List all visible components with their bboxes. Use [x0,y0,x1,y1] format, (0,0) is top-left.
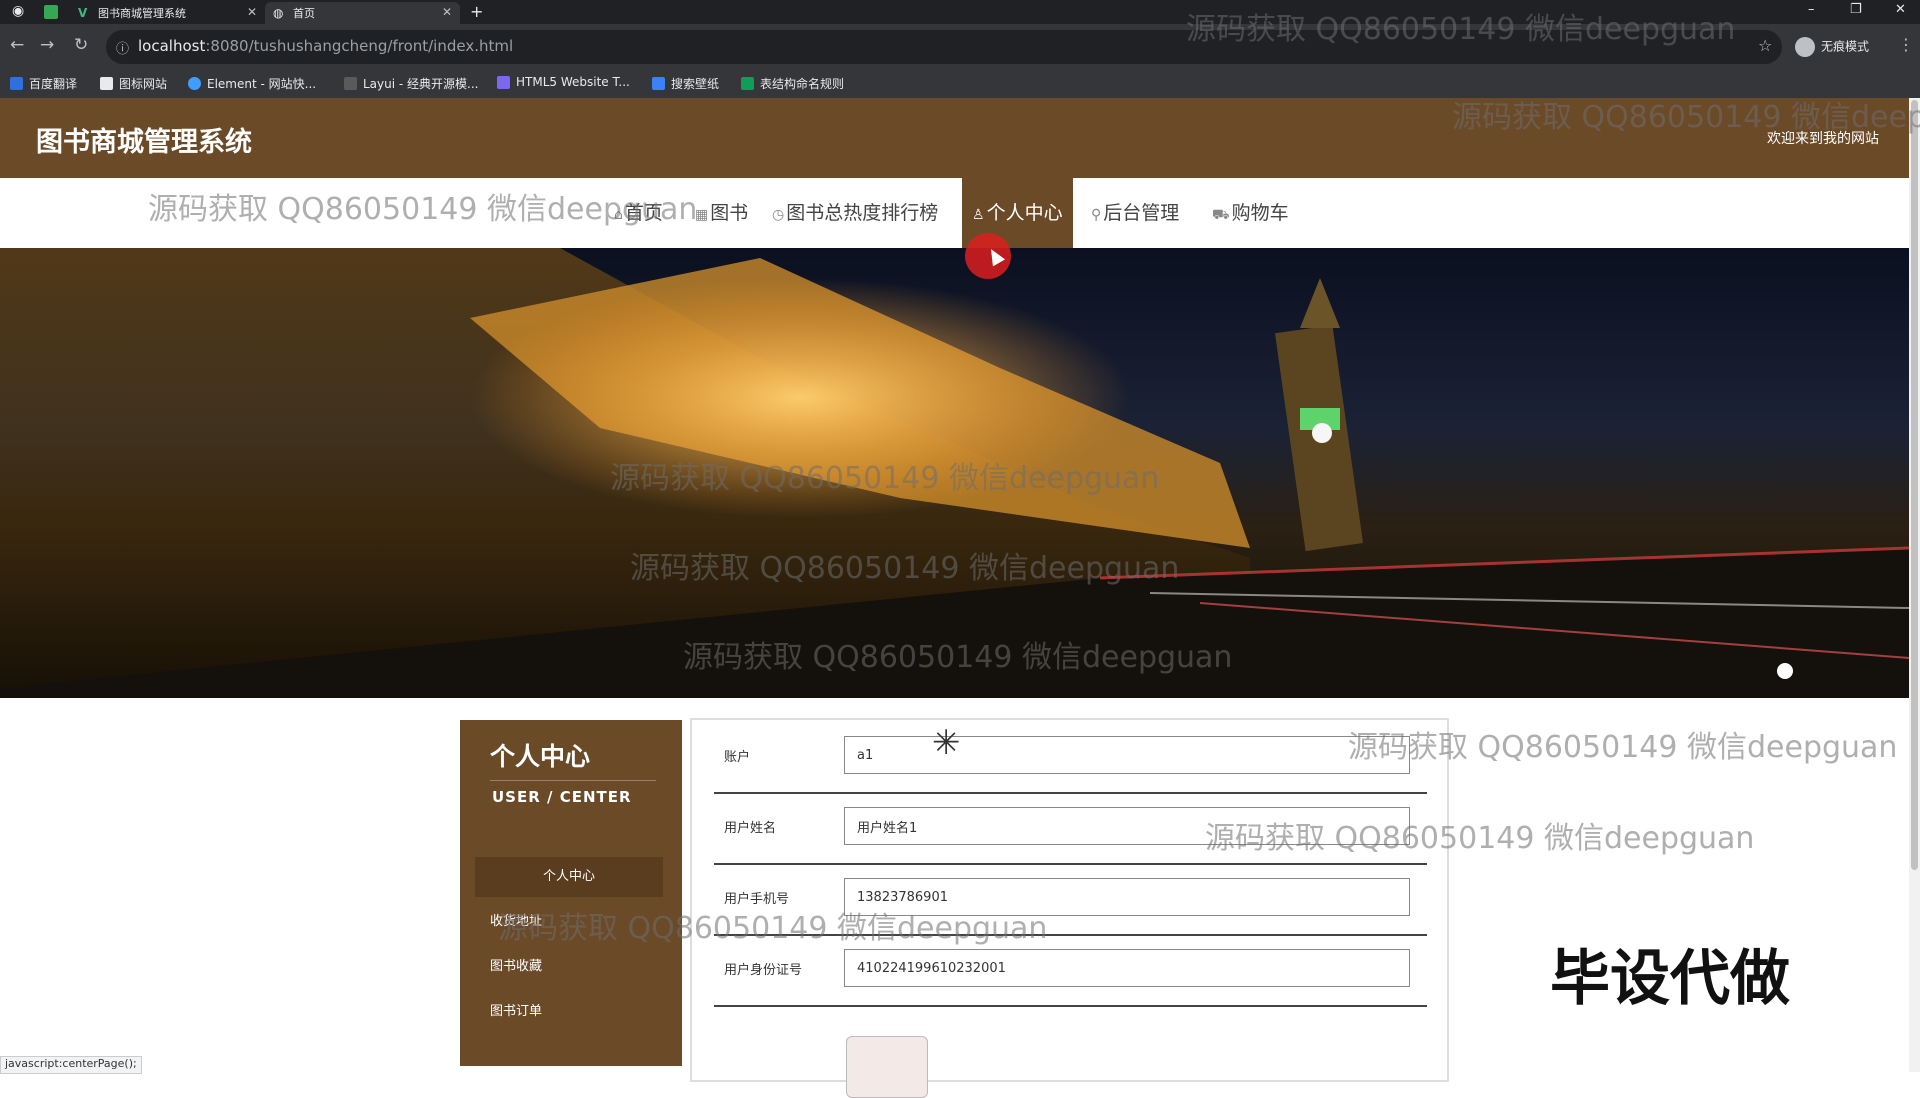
bookmark-label: 百度翻译 [29,77,78,91]
watermark: 源码获取 QQ86050149 微信deepguan [630,551,1180,586]
user-icon: ♙ [972,207,985,223]
vue-logo-icon: V [78,6,88,20]
sidebar-item-orders[interactable]: 图书订单 [475,992,678,1032]
watermark: 源码获取 QQ86050149 微信deepguan [498,911,1048,946]
incognito-icon [1795,37,1815,57]
wallpaper-icon [652,77,665,90]
tab-label: 首页 [293,7,315,20]
extension-icon[interactable] [44,5,58,19]
url-path: :8080/tushushangcheng/front/index.html [205,37,514,55]
sidebar-item-favorites[interactable]: 图书收藏 [475,947,678,987]
close-icon[interactable]: ✕ [442,5,452,19]
bookmark-label: HTML5 Website T... [516,75,630,89]
tab-label: 图书商城管理系统 [98,7,186,20]
minimize-icon[interactable]: – [1808,2,1815,17]
forward-icon[interactable]: → [40,37,54,54]
reload-icon[interactable]: ↻ [74,37,88,54]
status-bar: javascript:centerPage(); [0,1056,142,1074]
window-close-icon[interactable]: ✕ [1895,2,1906,17]
translate-icon [10,77,23,90]
nav-cart[interactable]: ⛟ 购物车 [1212,178,1289,248]
bookmark-label: Element - 网站快... [207,77,317,91]
watermark: 源码获取 QQ86050149 微信deepguan [1348,730,1898,765]
bookmark-label: 搜索壁纸 [671,77,720,91]
menu-icon[interactable]: ⋮ [1898,35,1914,54]
element-logo-icon [188,77,201,90]
bookmark-baidu-translate[interactable]: 百度翻译 [10,75,77,92]
field-label: 账户 [724,750,751,765]
sheet-icon [741,77,754,90]
field-label: 用户姓名 [724,821,777,836]
bookmark-icon-site[interactable]: 图标网站 [100,75,167,92]
account-input[interactable] [844,736,1410,774]
bookmark-layui[interactable]: Layui - 经典开源模... [344,75,478,92]
chrome-logo-icon: ◉ [12,3,25,19]
watermark: 源码获取 QQ86050149 微信deepguan [1186,12,1736,47]
watermark: 源码获取 QQ86050149 微信deepguan [148,192,698,227]
nav-label: 个人中心 [986,202,1063,224]
back-icon[interactable]: ← [10,37,24,54]
site-title[interactable]: 图书商城管理系统 [36,120,252,159]
user-center-sidebar: 个人中心 USER / CENTER 个人中心 收货地址 图书收藏 图书订单 [460,720,682,1066]
bookmark-label: 图标网站 [119,77,168,91]
clock-icon: ◷ [772,207,785,223]
nav-label: 图书 [710,202,749,224]
sidebar-title: 个人中心 [490,742,591,771]
profile-form: 账户 用户姓名 用户手机号 用户身份证号 [690,718,1449,1098]
sidebar-divider [490,780,656,781]
nav-label: 后台管理 [1103,202,1180,224]
watermark: 源码获取 QQ86050149 微信deepguan [683,640,1233,675]
info-icon[interactable]: ⓘ [116,38,129,57]
form-row-account: 账户 [714,722,1427,794]
loading-spinner-icon: ✳ [932,723,961,763]
link-icon: ⚲ [1091,207,1102,223]
watermark: 源码获取 QQ86050149 微信deepguan [1452,100,1920,135]
nav-books[interactable]: ▦ 图书 [695,178,748,248]
nav-admin[interactable]: ⚲ 后台管理 [1091,178,1179,248]
nav-ranking[interactable]: ◷ 图书总热度排行榜 [772,178,938,248]
bookmark-wallpaper[interactable]: 搜索壁纸 [652,75,719,92]
avatar-upload[interactable] [846,1036,928,1098]
nav-label: 购物车 [1231,202,1289,224]
close-icon[interactable]: ✕ [247,5,257,19]
bookmark-table-naming[interactable]: 表结构命名规则 [741,75,844,92]
sidebar-item-user-center[interactable]: 个人中心 [475,857,663,897]
cart-icon: ⛟ [1212,207,1230,223]
watermark: 源码获取 QQ86050149 微信deepguan [1205,821,1755,856]
bookmark-html5[interactable]: HTML5 Website T... [497,75,630,89]
promo-text: 毕设代做 [1550,944,1790,1014]
watermark: 源码获取 QQ86050149 微信deepguan [610,461,1160,496]
tab-admin[interactable]: V 图书商城管理系统 ✕ [70,2,265,24]
scrollbar-thumb[interactable] [1911,100,1918,870]
bookmark-label: 表结构命名规则 [760,77,845,91]
flag-icon [100,77,113,90]
new-tab-button[interactable]: + [470,2,483,21]
field-label: 用户身份证号 [724,963,803,978]
bookmark-label: Layui - 经典开源模... [363,77,479,91]
bookmark-element[interactable]: Element - 网站快... [188,75,316,92]
globe-icon: ◍ [273,6,284,20]
html5-logo-icon [497,75,510,89]
restore-icon[interactable]: ❐ [1850,2,1862,17]
layui-logo-icon [344,77,357,90]
url-host: localhost [138,37,206,55]
bookmark-star-icon[interactable]: ☆ [1758,36,1772,55]
nav-label: 图书总热度排行榜 [786,202,939,224]
profile-label: 无痕模式 [1821,39,1870,54]
id-number-input[interactable] [844,949,1410,987]
url-text[interactable]: localhost:8080/tushushangcheng/front/ind… [138,37,513,55]
tab-home[interactable]: ◍ 首页 ✕ [265,2,460,24]
incognito-profile[interactable]: 无痕模式 [1795,37,1869,57]
sidebar-subtitle: USER / CENTER [492,788,632,806]
